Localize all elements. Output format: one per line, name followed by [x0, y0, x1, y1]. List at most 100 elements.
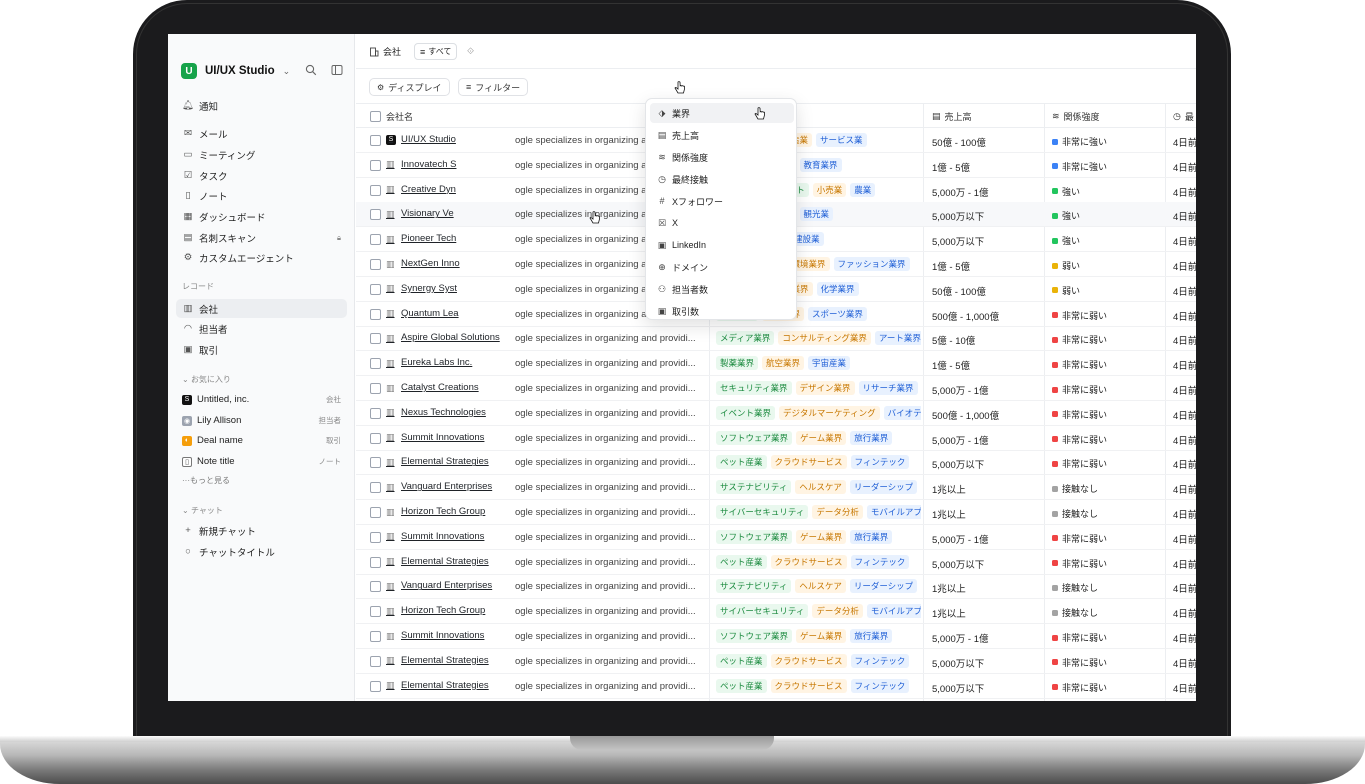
column-header-name[interactable]: 会社名: [386, 104, 413, 129]
industry-tag[interactable]: ゲーム業界: [796, 529, 847, 544]
row-checkbox[interactable]: [370, 581, 381, 593]
filter-option-0[interactable]: ⬗ 業界: [650, 103, 794, 123]
company-name-link[interactable]: S UI/UX Studio: [386, 134, 456, 145]
company-name-link[interactable]: ▥ Elemental Strategies: [386, 655, 489, 666]
company-name-link[interactable]: ▥ Elemental Strategies: [386, 456, 489, 467]
row-checkbox[interactable]: [370, 531, 381, 543]
industry-tag[interactable]: バイオテ: [883, 405, 921, 420]
row-checkbox[interactable]: [370, 606, 381, 618]
industry-tag[interactable]: ペット産業: [716, 653, 767, 668]
industry-tag[interactable]: サステナビリティ: [716, 579, 792, 594]
company-name-link[interactable]: ▥ Nexus Technologies: [386, 407, 486, 418]
company-name-link[interactable]: ▥ Pioneer Tech: [386, 233, 456, 244]
sidebar-record-2[interactable]: ▣ 取引: [176, 340, 347, 359]
filter-option-2[interactable]: ≋ 関係強度: [650, 147, 794, 167]
display-button[interactable]: ⚙ ディスプレイ: [369, 78, 450, 96]
industry-tag[interactable]: ヘルスケア: [795, 579, 846, 594]
company-name-link[interactable]: ▥ Visionary Ve: [386, 208, 454, 219]
add-view-icon[interactable]: ⟐: [467, 43, 474, 60]
industry-tag[interactable]: ヘルスケア: [795, 480, 846, 495]
company-name-link[interactable]: ▥ Summit Innovations: [386, 531, 484, 542]
column-header-last-contact[interactable]: ◷ 最: [1173, 104, 1194, 129]
company-name-link[interactable]: ▥ Horizon Tech Group: [386, 605, 485, 616]
industry-tag[interactable]: ソフトウェア業界: [716, 529, 793, 544]
filter-option-6[interactable]: ▣ LinkedIn: [650, 235, 794, 255]
table-row[interactable]: ▥ Elemental Strategies ogle specializes in…: [356, 550, 1196, 575]
row-checkbox[interactable]: [370, 680, 381, 692]
company-name-link[interactable]: ▥ Elemental Strategies: [386, 680, 489, 691]
favorite-item-3[interactable]: ▯ Note title ノート: [176, 452, 347, 471]
column-header-relation[interactable]: ≋ 関係強度: [1052, 104, 1100, 129]
company-name-link[interactable]: ▥ Innovatech S: [386, 159, 456, 170]
search-icon[interactable]: [305, 64, 317, 76]
table-row[interactable]: ▥ Vanguard Enterprises ogle specializes in…: [356, 574, 1196, 600]
industry-tag[interactable]: クラウドサービス: [770, 678, 847, 693]
table-row[interactable]: ▥ Nexus Technologies ogle specializes in o…: [356, 401, 1196, 426]
table-row[interactable]: ▥ Horizon Tech Group ogle specializes in o…: [356, 599, 1196, 625]
industry-tag[interactable]: 旅行業界: [850, 430, 893, 445]
workspace-switcher[interactable]: U UI/UX Studio ⌄: [181, 62, 347, 80]
favorite-item-0[interactable]: S Untitled, inc. 会社: [176, 390, 347, 409]
chevron-down-icon[interactable]: ⌄: [283, 66, 291, 77]
sidebar-item-6[interactable]: ▤ 名刺スキャン 🔒︎: [176, 228, 347, 247]
table-row[interactable]: ▥ Vanguard Enterprises ogle specializes in…: [356, 475, 1196, 501]
industry-tag[interactable]: データ分析: [812, 604, 863, 619]
sidebar-item-5[interactable]: ▦ ダッシュボード: [176, 207, 347, 226]
show-more-link[interactable]: ··· もっと見る: [176, 471, 347, 490]
sidebar-item-7[interactable]: ⚙ カスタムエージェント: [176, 248, 347, 267]
industry-tag[interactable]: ペット産業: [716, 455, 767, 470]
row-checkbox[interactable]: [370, 407, 381, 419]
sidebar-record-0[interactable]: ▥ 会社: [176, 299, 347, 318]
industry-tag[interactable]: 製薬業界: [716, 356, 759, 371]
industry-tag[interactable]: アート業界: [874, 331, 921, 346]
company-name-link[interactable]: ▥ Vanguard Enterprises: [386, 580, 492, 591]
row-checkbox[interactable]: [370, 308, 381, 320]
company-name-link[interactable]: ▥ Elemental Strategies: [386, 556, 489, 567]
row-checkbox[interactable]: [370, 631, 381, 642]
industry-tag[interactable]: フィンテック: [850, 678, 910, 693]
industry-tag[interactable]: ペット産業: [716, 554, 767, 569]
industry-tag[interactable]: リサーチ業界: [858, 381, 918, 395]
row-checkbox[interactable]: [370, 358, 381, 370]
industry-tag[interactable]: 小売業: [812, 182, 847, 197]
table-row[interactable]: ▥ Elemental Strategies ogle specializes in…: [356, 674, 1196, 699]
row-checkbox[interactable]: [370, 556, 381, 568]
filter-button[interactable]: ≡ フィルター: [458, 78, 529, 96]
table-row[interactable]: ▥ Aspire Global Solutions ogle specializes…: [356, 326, 1196, 352]
industry-tag[interactable]: クラウドサービス: [770, 455, 847, 470]
company-name-link[interactable]: ▥ Synergy Syst: [386, 283, 457, 294]
industry-tag[interactable]: メディア業界: [716, 331, 775, 346]
favorite-item-1[interactable]: ◉ Lily Allison 担当者: [176, 411, 347, 430]
filter-option-7[interactable]: ⊕ ドメイン: [650, 257, 794, 277]
row-checkbox[interactable]: [370, 383, 381, 394]
industry-tag[interactable]: リーダーシップ: [849, 480, 918, 495]
industry-tag[interactable]: ゲーム業界: [796, 430, 847, 445]
chat-section-label[interactable]: ⌄ チャット: [182, 505, 223, 516]
industry-tag[interactable]: スポーツ業界: [808, 306, 867, 321]
industry-tag[interactable]: 旅行業界: [850, 629, 893, 643]
breadcrumb[interactable]: 会社: [369, 43, 401, 60]
sidebar-record-1[interactable]: ◠ 担当者: [176, 319, 347, 338]
filter-option-3[interactable]: ◷ 最終接触: [650, 169, 794, 189]
industry-tag[interactable]: デザイン業界: [795, 381, 855, 395]
company-name-link[interactable]: ▥ Summit Innovations: [386, 630, 484, 641]
row-checkbox[interactable]: [370, 333, 381, 345]
table-row[interactable]: ▥ Catalyst Creations ogle specializes in o…: [356, 376, 1196, 401]
industry-tag[interactable]: フィンテック: [850, 455, 910, 470]
row-checkbox[interactable]: [370, 283, 381, 295]
filter-option-5[interactable]: ☒ X: [650, 213, 794, 233]
row-checkbox[interactable]: [370, 184, 381, 196]
industry-tag[interactable]: サイバーセキュリティ: [716, 604, 809, 619]
row-checkbox[interactable]: [370, 507, 381, 518]
industry-tag[interactable]: セキュリティ業界: [716, 381, 792, 395]
table-row[interactable]: ▥ Summit Innovations ogle specializes in o…: [356, 525, 1196, 550]
industry-tag[interactable]: クラウドサービス: [770, 554, 847, 569]
sidebar-item-4[interactable]: ▯ ノート: [176, 186, 347, 205]
sidebar-toggle-icon[interactable]: [331, 64, 343, 76]
sidebar-item-3[interactable]: ☑ タスク: [176, 166, 347, 185]
sidebar-item-1[interactable]: ✉ メール: [176, 124, 347, 143]
select-all-checkbox[interactable]: [370, 111, 381, 122]
company-name-link[interactable]: ▥ Summit Innovations: [386, 432, 484, 443]
column-header-sales[interactable]: ▤ 売上高: [932, 104, 972, 129]
table-row[interactable]: ▥ Elemental Strategies ogle specializes in…: [356, 450, 1196, 476]
